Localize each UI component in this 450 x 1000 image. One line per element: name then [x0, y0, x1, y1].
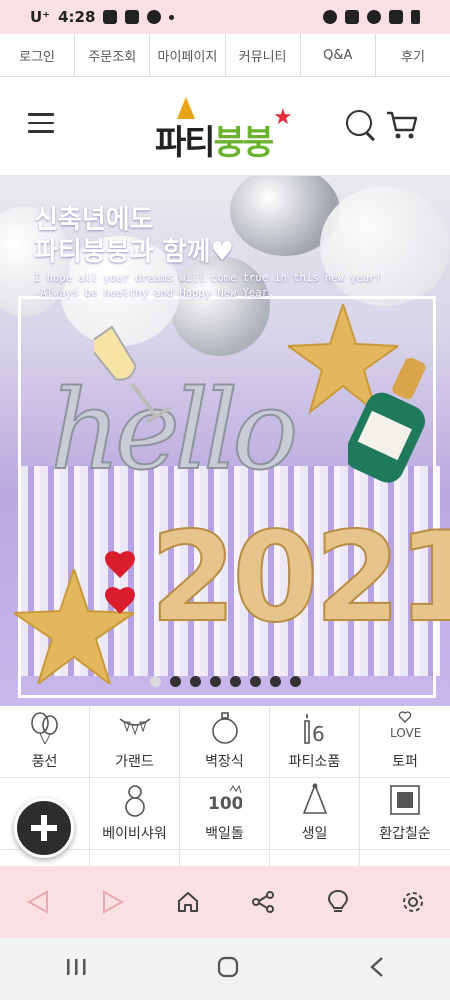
100-icon: 100 [208, 783, 243, 817]
nav-login[interactable]: 로그인 [0, 34, 76, 76]
category-label: 환갑칠순 [379, 826, 431, 842]
garland-icon [118, 711, 152, 745]
category-item[interactable]: LOVE 토퍼 [360, 706, 450, 778]
red-heart-balloons-icon [105, 551, 135, 614]
logo-text: 파티붕붕 [155, 123, 274, 163]
search-icon[interactable] [346, 110, 372, 136]
candle-icon: 6 [298, 711, 332, 746]
top-nav: 로그인 주문조회 마이페이지 커뮤니티 Q&A 후기 [0, 34, 450, 77]
baby-icon [118, 783, 152, 817]
add-button[interactable] [14, 798, 74, 858]
nav-mypage[interactable]: 마이페이지 [150, 34, 226, 76]
slide-dot[interactable] [169, 676, 181, 687]
year-balloon: 2021 [149, 505, 450, 651]
category-item-partial[interactable] [90, 850, 180, 866]
category-label: 백일돌 [205, 826, 244, 842]
talk-notification-icon [103, 10, 118, 24]
svg-text:100: 100 [208, 794, 242, 814]
hero-subtitle: I hope all your dreams will come true in… [34, 272, 382, 299]
mute-icon [345, 10, 359, 24]
champagne-bottle-icon [348, 358, 426, 483]
menu-icon[interactable] [28, 113, 54, 133]
category-item[interactable]: 환갑칠순 [360, 778, 450, 850]
alarm-icon [323, 10, 337, 24]
gear-icon[interactable] [399, 888, 427, 916]
slide-indicator [0, 676, 450, 687]
share-icon[interactable] [249, 888, 277, 916]
category-label: 풍선 [31, 754, 58, 770]
slide-dot[interactable] [249, 676, 261, 687]
slide-dot[interactable] [209, 676, 221, 687]
party-hat-icon [298, 782, 332, 817]
logo[interactable]: 파티붕붕 ★ [155, 97, 295, 163]
category-item[interactable]: 베이비샤워 [90, 778, 180, 850]
category-label: 토퍼 [392, 754, 418, 770]
slide-dot[interactable] [149, 676, 161, 687]
category-item[interactable]: 가랜드 [90, 706, 180, 778]
love-topper-icon: LOVE [388, 711, 422, 745]
balloon-icon [28, 711, 62, 745]
category-item[interactable]: 풍선 [0, 706, 90, 778]
slide-dot[interactable] [189, 676, 201, 687]
hero-title: 신축년에도 파티붕붕과 함께♥ [34, 205, 234, 267]
clock: 4:28 [58, 8, 96, 26]
category-item-partial[interactable] [360, 850, 450, 866]
browser-toolbar [0, 866, 450, 938]
category-label: 베이비샤워 [102, 826, 167, 842]
status-bar: U⁺ 4:28 [0, 0, 450, 34]
more-notifications-icon [169, 14, 175, 20]
category-label: 파티소품 [288, 754, 341, 770]
forward-arrow-icon[interactable] [99, 888, 127, 916]
category-item-partial[interactable] [270, 850, 360, 866]
cart-icon[interactable] [386, 110, 418, 140]
system-nav-bar [0, 938, 450, 1000]
back-arrow-icon[interactable] [24, 888, 52, 916]
star-icon: ★ [273, 105, 293, 130]
app-notification-icon [147, 10, 162, 24]
ornament-icon [208, 711, 242, 745]
home-icon[interactable] [174, 888, 202, 916]
back-icon[interactable] [369, 956, 385, 982]
category-label: 벽장식 [205, 754, 244, 770]
nav-reviews[interactable]: 후기 [376, 34, 450, 76]
carrier-label: U⁺ [30, 8, 51, 26]
home-button-icon[interactable] [216, 955, 240, 983]
battery-icon [411, 10, 420, 24]
category-label: 가랜드 [115, 754, 154, 770]
nav-qna[interactable]: Q&A [301, 34, 376, 76]
svg-text:6: 6 [312, 722, 325, 745]
recent-apps-icon[interactable] [65, 957, 87, 981]
champagne-glass-icon [94, 326, 172, 424]
slide-dot[interactable] [269, 676, 281, 687]
header: 파티붕붕 ★ [0, 77, 450, 176]
svg-text:LOVE: LOVE [390, 726, 421, 740]
slide-dot[interactable] [229, 676, 241, 687]
category-item[interactable]: 생일 [270, 778, 360, 850]
message-notification-icon [125, 10, 140, 24]
signal-icon [389, 10, 403, 24]
category-item[interactable]: 벽장식 [180, 706, 270, 778]
hero-banner[interactable]: 신축년에도 파티붕붕과 함께♥ I hope all your dreams w… [0, 176, 450, 706]
frame-icon [388, 783, 422, 817]
slide-dot[interactable] [289, 676, 301, 687]
lightbulb-icon[interactable] [324, 888, 352, 916]
category-item-partial[interactable] [180, 850, 270, 866]
category-item[interactable]: 6 파티소품 [270, 706, 360, 778]
add-icon [31, 815, 57, 841]
nav-community[interactable]: 커뮤니티 [226, 34, 301, 76]
nav-order-lookup[interactable]: 주문조회 [75, 34, 151, 76]
wifi-icon [367, 10, 381, 24]
category-item[interactable]: 100 백일돌 [180, 778, 270, 850]
category-label: 생일 [301, 826, 328, 842]
